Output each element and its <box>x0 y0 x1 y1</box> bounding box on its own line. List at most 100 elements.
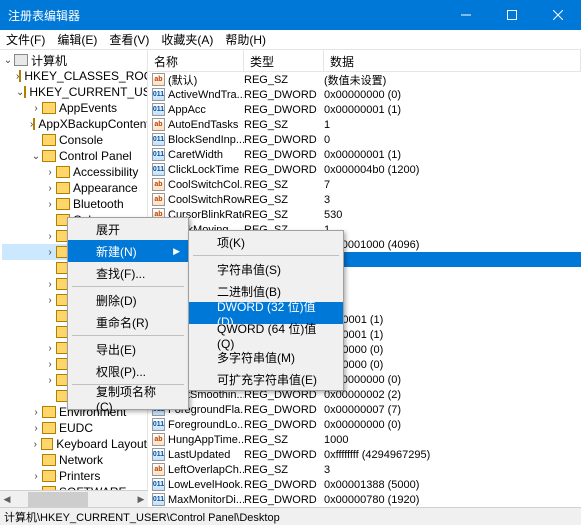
list-row[interactable]: 011LowLevelHook...REG_DWORD0x00001388 (5… <box>148 477 581 492</box>
tree-item[interactable]: Console <box>2 132 147 148</box>
list-row[interactable]: 011BlockSendInp...REG_DWORD0 <box>148 132 581 147</box>
folder-icon <box>56 182 70 194</box>
list-row[interactable]: 011ForegroundFla...REG_DWORD0x00000007 (… <box>148 402 581 417</box>
ctx-rename[interactable]: 重命名(R) <box>68 311 188 333</box>
ctx-export[interactable]: 导出(E) <box>68 338 188 360</box>
expand-icon[interactable]: › <box>44 375 56 386</box>
menu-help[interactable]: 帮助(H) <box>225 31 266 48</box>
expand-icon[interactable]: › <box>30 423 42 434</box>
tree-item[interactable]: › Keyboard Layout <box>2 436 147 452</box>
value-type: REG_DWORD <box>244 149 324 161</box>
tree-item[interactable]: ›EUDC <box>2 420 147 436</box>
expand-icon[interactable]: › <box>44 247 56 258</box>
expand-icon[interactable]: ⌄ <box>16 87 24 98</box>
status-path: 计算机\HKEY_CURRENT_USER\Control Panel\Desk… <box>4 509 280 525</box>
ctx-copyname[interactable]: 复制项名称(C) <box>68 387 188 409</box>
menubar: 文件(F) 编辑(E) 查看(V) 收藏夹(A) 帮助(H) <box>0 30 581 50</box>
value-name: LeftOverlapCh... <box>168 464 244 476</box>
expand-icon[interactable]: › <box>44 231 56 242</box>
minimize-button[interactable] <box>443 0 489 30</box>
ctx-new-expand[interactable]: 可扩充字符串值(E) <box>189 368 343 390</box>
col-data[interactable]: 数据 <box>324 50 581 71</box>
list-row[interactable]: 011LastUpdatedREG_DWORD0xffffffff (42949… <box>148 447 581 462</box>
list-row[interactable]: abCoolSwitchRowsREG_SZ3 <box>148 192 581 207</box>
value-type: REG_DWORD <box>244 104 324 116</box>
value-name: (默认) <box>168 72 197 88</box>
list-row[interactable]: 011AppAccREG_DWORD0x00000001 (1) <box>148 102 581 117</box>
tree-item[interactable]: ⌄计算机 <box>2 52 147 68</box>
tree-item[interactable]: ›Printers <box>2 468 147 484</box>
expand-icon[interactable]: › <box>44 199 56 210</box>
list-row[interactable]: abCoolSwitchCol...REG_SZ7 <box>148 177 581 192</box>
value-data: 0000000 (0) <box>324 359 581 371</box>
value-data: 0000000 (0) <box>324 344 581 356</box>
tree-item[interactable]: ›Appearance <box>2 180 147 196</box>
list-row[interactable]: 011CaretWidthREG_DWORD0x00000001 (1) <box>148 147 581 162</box>
expand-icon[interactable]: › <box>30 407 42 418</box>
ctx-separator <box>193 255 339 256</box>
list-row[interactable]: abCursorBlinkRateREG_SZ530 <box>148 207 581 222</box>
list-row[interactable]: 011MaxMonitorDi...REG_DWORD0x00000780 (1… <box>148 492 581 507</box>
value-data: 1 <box>324 224 581 236</box>
tree-hscrollbar[interactable]: ◀▶ <box>0 490 148 507</box>
list-row[interactable]: 011ClickLockTimeREG_DWORD0x000004b0 (120… <box>148 162 581 177</box>
tree-item[interactable]: Network <box>2 452 147 468</box>
tree-item[interactable]: › AppEvents <box>2 100 147 116</box>
expand-icon[interactable]: › <box>44 295 56 306</box>
ctx-new-string[interactable]: 字符串值(S) <box>189 258 343 280</box>
string-value-icon: ab <box>152 463 165 476</box>
ctx-new[interactable]: 新建(N)▶ <box>68 240 188 262</box>
tree-item[interactable]: ›AppXBackupContentType <box>2 116 147 132</box>
list-row[interactable]: 011ActiveWndTra...REG_DWORD0x00000000 (0… <box>148 87 581 102</box>
tree-item[interactable]: ›Accessibility <box>2 164 147 180</box>
value-type: REG_SZ <box>244 209 324 221</box>
value-data: 0x00000000 (0) <box>324 89 581 101</box>
value-data: 1 <box>324 119 581 131</box>
folder-icon <box>42 102 56 114</box>
tree-item-label: Keyboard Layout <box>56 437 147 451</box>
ctx-expand[interactable]: 展开 <box>68 218 188 240</box>
tree-item[interactable]: ›Bluetooth <box>2 196 147 212</box>
value-type: REG_SZ <box>244 179 324 191</box>
expand-icon[interactable]: › <box>44 359 56 370</box>
folder-icon <box>42 150 56 162</box>
list-row[interactable]: abLeftOverlapCh...REG_SZ3 <box>148 462 581 477</box>
col-type[interactable]: 类型 <box>244 50 324 71</box>
tree-item-label: AppEvents <box>59 101 117 115</box>
maximize-button[interactable] <box>489 0 535 30</box>
ctx-new-qword[interactable]: QWORD (64 位)值(Q) <box>189 324 343 346</box>
expand-icon[interactable]: ⌄ <box>30 151 42 162</box>
value-type: REG_DWORD <box>244 494 324 506</box>
expand-icon[interactable]: › <box>44 343 56 354</box>
menu-file[interactable]: 文件(F) <box>6 31 45 48</box>
close-button[interactable] <box>535 0 581 30</box>
expand-icon[interactable]: › <box>44 167 56 178</box>
folder-icon <box>19 70 21 82</box>
list-row[interactable]: 011ForegroundLo...REG_DWORD0x00000000 (0… <box>148 417 581 432</box>
ctx-perm[interactable]: 权限(P)... <box>68 360 188 382</box>
string-value-icon: ab <box>152 193 165 206</box>
list-row[interactable]: abAutoEndTasksREG_SZ1 <box>148 117 581 132</box>
expand-icon[interactable]: › <box>30 439 41 450</box>
col-name[interactable]: 名称 <box>148 50 244 71</box>
expand-icon[interactable]: ⌄ <box>2 55 14 66</box>
menu-fav[interactable]: 收藏夹(A) <box>161 31 213 48</box>
ctx-delete[interactable]: 删除(D) <box>68 289 188 311</box>
tree-item[interactable]: ›HKEY_CLASSES_ROOT <box>2 68 147 84</box>
value-type: REG_SZ <box>244 464 324 476</box>
expand-icon[interactable]: › <box>30 471 42 482</box>
expand-icon[interactable]: › <box>44 279 56 290</box>
tree-item[interactable]: ⌄HKEY_CURRENT_USER <box>2 84 147 100</box>
ctx-new-key[interactable]: 项(K) <box>189 231 343 253</box>
tree-item[interactable]: ⌄Control Panel <box>2 148 147 164</box>
list-row[interactable]: abHungAppTime...REG_SZ1000 <box>148 432 581 447</box>
ctx-new-multi[interactable]: 多字符串值(M) <box>189 346 343 368</box>
list-row[interactable]: ab(默认)REG_SZ(数值未设置) <box>148 72 581 87</box>
menu-edit[interactable]: 编辑(E) <box>57 31 97 48</box>
menu-view[interactable]: 查看(V) <box>109 31 149 48</box>
ctx-find[interactable]: 查找(F)... <box>68 262 188 284</box>
string-value-icon: ab <box>152 433 165 446</box>
expand-icon[interactable]: › <box>44 183 56 194</box>
expand-icon[interactable]: › <box>30 103 42 114</box>
tree-item-label: HKEY_CLASSES_ROOT <box>24 69 148 83</box>
